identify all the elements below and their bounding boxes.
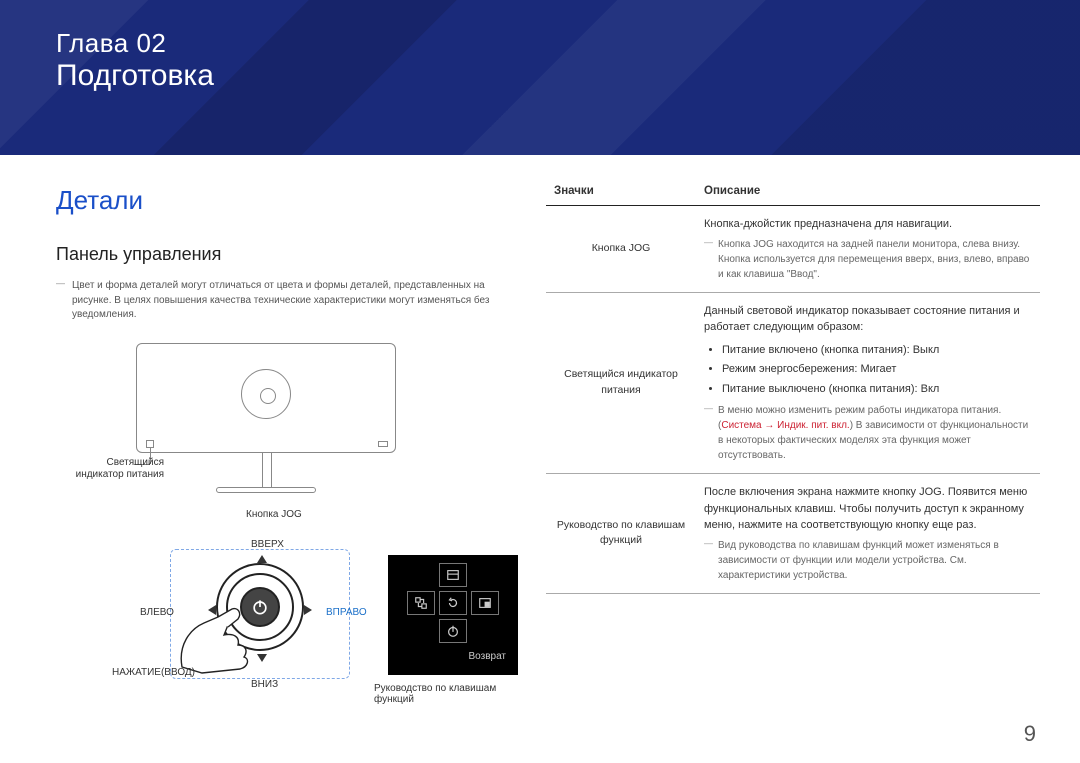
osd-caption: Руководство по клавишам функций	[374, 683, 516, 705]
menu-path-highlight: Система → Индик. пит. вкл.	[721, 420, 849, 431]
osd-return-label: Возврат	[396, 651, 510, 662]
row-body: Данный световой индикатор показывает сос…	[704, 303, 1032, 336]
list-item: Режим энергосбережения: Мигает	[722, 361, 1032, 378]
direction-press-label: НАЖАТИЕ(ВВОД)	[112, 667, 195, 678]
osd-pip-icon	[471, 591, 499, 615]
row-body: Кнопка-джойстик предназначена для навига…	[704, 216, 1032, 233]
direction-left-label: ВЛЕВО	[140, 607, 174, 618]
row-name: Кнопка JOG	[546, 206, 696, 293]
row-body: После включения экрана нажмите кнопку JO…	[704, 484, 1032, 534]
subsection-title: Панель управления	[56, 244, 516, 265]
chapter-title: Подготовка	[56, 59, 1080, 93]
osd-function-guide: Возврат	[388, 555, 518, 675]
chapter-number: Глава 02	[56, 28, 1080, 59]
osd-power-icon	[439, 619, 467, 643]
direction-down-label: ВНИЗ	[251, 679, 278, 690]
osd-return-icon	[439, 591, 467, 615]
page-number: 9	[1024, 721, 1036, 747]
direction-up-label: ВВЕРХ	[251, 539, 284, 550]
disclaimer-note: Цвет и форма деталей могут отличаться от…	[56, 279, 516, 323]
section-title: Детали	[56, 185, 516, 216]
monitor-rear-diagram: Светящийся индикатор питания	[136, 339, 436, 499]
led-indicator-callout: Светящийся индикатор питания	[64, 457, 164, 481]
list-item: Питание выключено (кнопка питания): Вкл	[722, 381, 1032, 398]
osd-menu-icon	[439, 563, 467, 587]
list-item: Питание включено (кнопка питания): Выкл	[722, 342, 1032, 359]
row-name: Светящийся индикатор питания	[546, 292, 696, 474]
table-row: Руководство по клавишам функций После вк…	[546, 474, 1040, 594]
table-row: Кнопка JOG Кнопка-джойстик предназначена…	[546, 206, 1040, 293]
hand-illustration	[174, 595, 264, 675]
chapter-header-band: Глава 02 Подготовка	[0, 0, 1080, 155]
jog-button-diagram: Кнопка JOG ВВЕРХ ВЛЕВО ВПРАВО ВНИЗ НАЖАТ…	[56, 509, 516, 719]
row-note: В меню можно изменить режим работы индик…	[704, 403, 1032, 463]
direction-right-label: ВПРАВО	[326, 607, 367, 618]
table-head-desc: Описание	[696, 185, 1040, 206]
row-note: Вид руководства по клавишам функций може…	[704, 538, 1032, 583]
icons-description-table: Значки Описание Кнопка JOG Кнопка-джойст…	[546, 185, 1040, 594]
osd-source-icon	[407, 591, 435, 615]
row-note: Кнопка JOG находится на задней панели мо…	[704, 237, 1032, 282]
jog-label: Кнопка JOG	[246, 509, 302, 520]
row-name: Руководство по клавишам функций	[546, 474, 696, 594]
table-row: Светящийся индикатор питания Данный свет…	[546, 292, 1040, 474]
table-head-icons: Значки	[546, 185, 696, 206]
